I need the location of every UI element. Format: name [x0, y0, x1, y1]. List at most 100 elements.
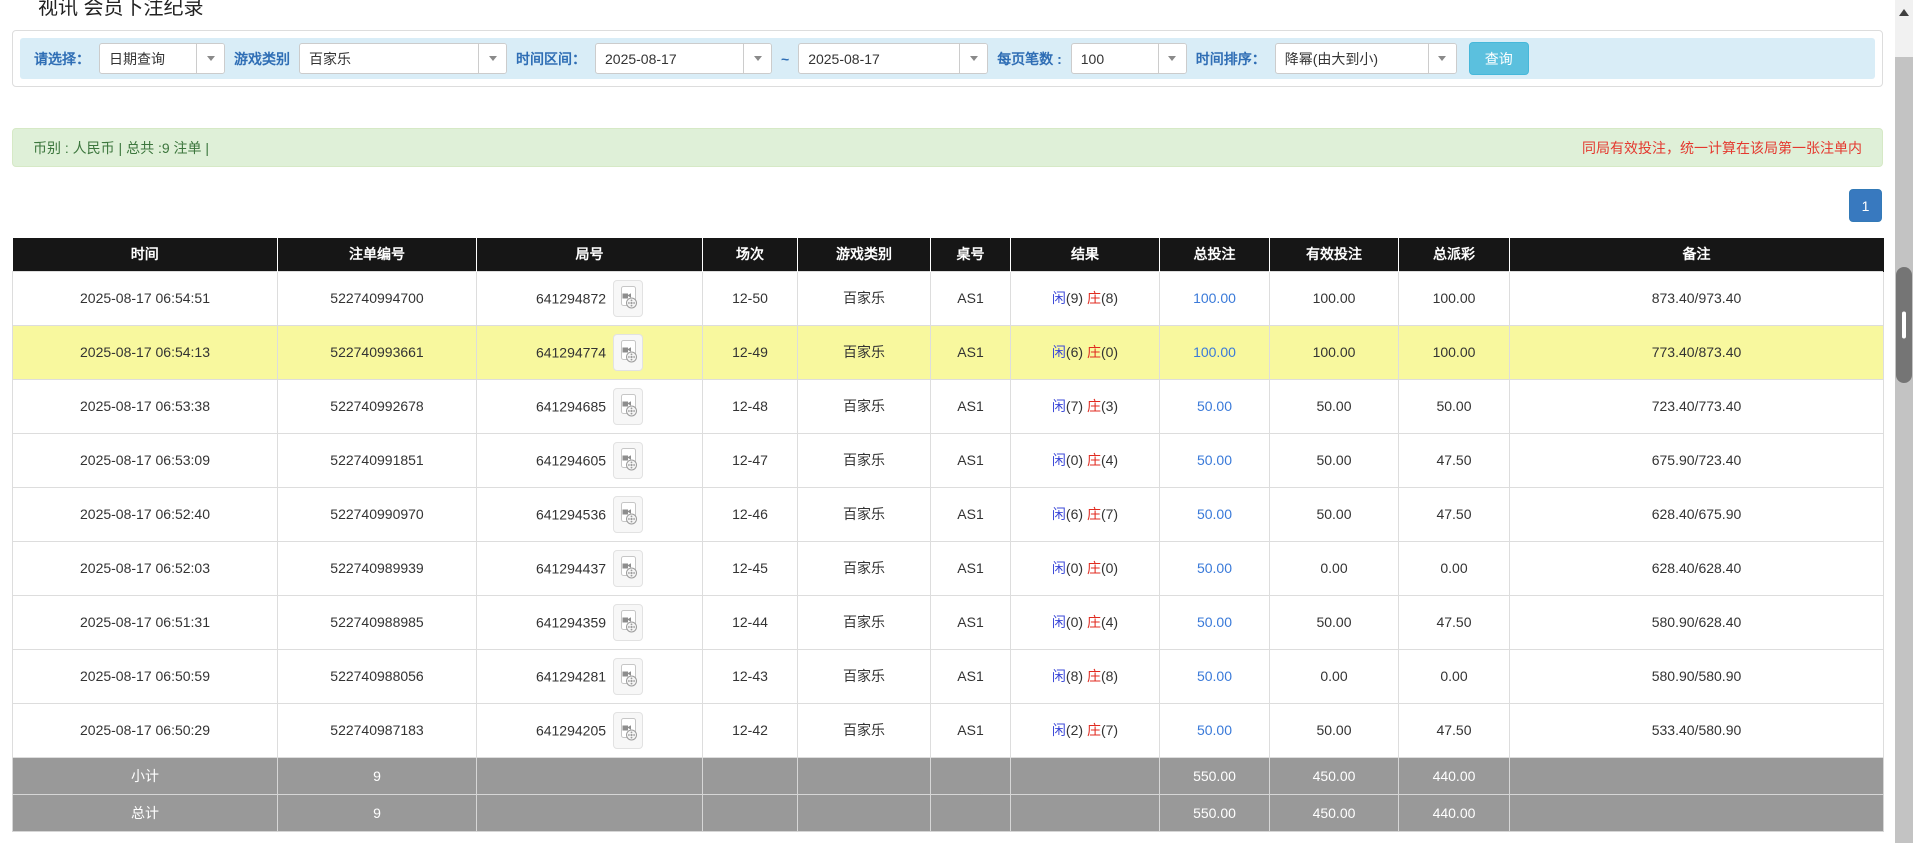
total-bet-link[interactable]: 50.00 [1197, 722, 1232, 738]
chevron-down-icon [1168, 56, 1176, 61]
round-number-cell: 641294536 [477, 487, 703, 541]
video-replay-button[interactable] [613, 550, 643, 587]
date-end-input[interactable] [799, 44, 959, 73]
total-label-cell: 小计 [13, 757, 278, 794]
payout-cell: 47.50 [1399, 595, 1510, 649]
column-header: 场次 [703, 238, 798, 271]
game-type-input[interactable] [300, 44, 478, 73]
total-bet-link[interactable]: 50.00 [1197, 452, 1232, 468]
column-header: 总投注 [1160, 238, 1270, 271]
table-number-cell: AS1 [931, 541, 1011, 595]
scrollbar-thumb[interactable] [1896, 267, 1912, 383]
scrollbar-grip-icon [1902, 312, 1906, 339]
player-result: 闲 [1052, 560, 1066, 576]
total-bet-cell: 50.00 [1160, 541, 1270, 595]
video-replay-button[interactable] [613, 388, 643, 425]
session-cell: 12-43 [703, 649, 798, 703]
valid-bet-cell: 50.00 [1270, 379, 1399, 433]
time-range-label: 时间区间： [516, 49, 586, 69]
total-bet-link[interactable]: 50.00 [1197, 668, 1232, 684]
bet-number-cell: 522740990970 [278, 487, 477, 541]
time-sort-select[interactable] [1275, 43, 1457, 74]
banker-result: 庄 [1087, 290, 1101, 306]
video-replay-button[interactable] [613, 604, 643, 641]
game-type-label: 游戏类别 [234, 49, 290, 69]
total-bet-sum-cell: 550.00 [1160, 757, 1270, 794]
total-bet-link[interactable]: 50.00 [1197, 506, 1232, 522]
game-type-select[interactable] [299, 43, 507, 74]
result-cell: 闲(0) 庄(0) [1011, 541, 1160, 595]
table-number-cell: AS1 [931, 379, 1011, 433]
empty-cell [1510, 794, 1884, 831]
page-size-select[interactable] [1071, 43, 1187, 74]
valid-bet-cell: 100.00 [1270, 271, 1399, 325]
round-number: 641294205 [536, 722, 606, 738]
query-type-select[interactable] [99, 43, 225, 74]
query-type-label: 请选择： [34, 49, 90, 69]
valid-bet-cell: 0.00 [1270, 649, 1399, 703]
player-result: 闲 [1052, 290, 1066, 306]
game-type-cell: 百家乐 [798, 595, 931, 649]
empty-cell [931, 757, 1011, 794]
query-type-caret-button[interactable] [196, 44, 224, 73]
empty-cell [798, 757, 931, 794]
total-bet-link[interactable]: 100.00 [1193, 290, 1236, 306]
search-button[interactable]: 查询 [1469, 42, 1529, 75]
valid-bet-cell: 50.00 [1270, 595, 1399, 649]
video-replay-button[interactable] [613, 658, 643, 695]
scroll-up-arrow-icon[interactable] [1899, 9, 1909, 16]
time-sort-input[interactable] [1276, 44, 1428, 73]
grand-total-row: 总计9550.00450.00440.00 [13, 794, 1884, 831]
round-number-cell: 641294872 [477, 271, 703, 325]
payout-cell: 47.50 [1399, 433, 1510, 487]
video-replay-button[interactable] [613, 334, 643, 371]
total-bet-link[interactable]: 50.00 [1197, 560, 1232, 576]
total-bet-link[interactable]: 100.00 [1193, 344, 1236, 360]
payout-cell: 100.00 [1399, 325, 1510, 379]
video-replay-button[interactable] [613, 496, 643, 533]
page-size-caret-button[interactable] [1158, 44, 1186, 73]
chevron-down-icon [207, 56, 215, 61]
date-end-select[interactable] [798, 43, 988, 74]
payout-sum-cell: 440.00 [1399, 757, 1510, 794]
video-replay-icon [618, 447, 639, 473]
total-bet-link[interactable]: 50.00 [1197, 398, 1232, 414]
pagination-page-1-button[interactable]: 1 [1849, 189, 1882, 222]
note-cell: 723.40/773.40 [1510, 379, 1884, 433]
session-cell: 12-46 [703, 487, 798, 541]
session-cell: 12-45 [703, 541, 798, 595]
date-start-select[interactable] [595, 43, 772, 74]
query-type-input[interactable] [100, 44, 196, 73]
time-sort-caret-button[interactable] [1428, 44, 1456, 73]
table-row: 2025-08-17 06:50:29522740987183641294205… [13, 703, 1884, 757]
note-cell: 773.40/873.40 [1510, 325, 1884, 379]
time-cell: 2025-08-17 06:54:13 [13, 325, 278, 379]
video-replay-icon [618, 555, 639, 581]
column-header: 有效投注 [1270, 238, 1399, 271]
round-number-cell: 641294685 [477, 379, 703, 433]
time-cell: 2025-08-17 06:53:38 [13, 379, 278, 433]
subtotal-row: 小计9550.00450.00440.00 [13, 757, 1884, 794]
round-number: 641294359 [536, 614, 606, 630]
date-start-caret-button[interactable] [743, 44, 771, 73]
video-replay-icon [618, 717, 639, 743]
player-result: 闲 [1052, 398, 1066, 414]
column-header: 游戏类别 [798, 238, 931, 271]
note-cell: 628.40/675.90 [1510, 487, 1884, 541]
result-cell: 闲(6) 庄(7) [1011, 487, 1160, 541]
time-cell: 2025-08-17 06:50:29 [13, 703, 278, 757]
video-replay-button[interactable] [613, 712, 643, 749]
date-end-caret-button[interactable] [959, 44, 987, 73]
total-bet-link[interactable]: 50.00 [1197, 614, 1232, 630]
video-replay-button[interactable] [613, 280, 643, 317]
vertical-scrollbar[interactable] [1895, 0, 1913, 843]
date-start-input[interactable] [596, 44, 743, 73]
time-sort-label: 时间排序： [1196, 49, 1266, 69]
page-size-input[interactable] [1072, 44, 1158, 73]
game-type-caret-button[interactable] [478, 44, 506, 73]
valid-bet-notice: 同局有效投注，统一计算在该局第一张注单内 [1582, 138, 1862, 158]
payout-cell: 100.00 [1399, 271, 1510, 325]
video-replay-button[interactable] [613, 442, 643, 479]
table-row: 2025-08-17 06:52:03522740989939641294437… [13, 541, 1884, 595]
payout-cell: 47.50 [1399, 703, 1510, 757]
